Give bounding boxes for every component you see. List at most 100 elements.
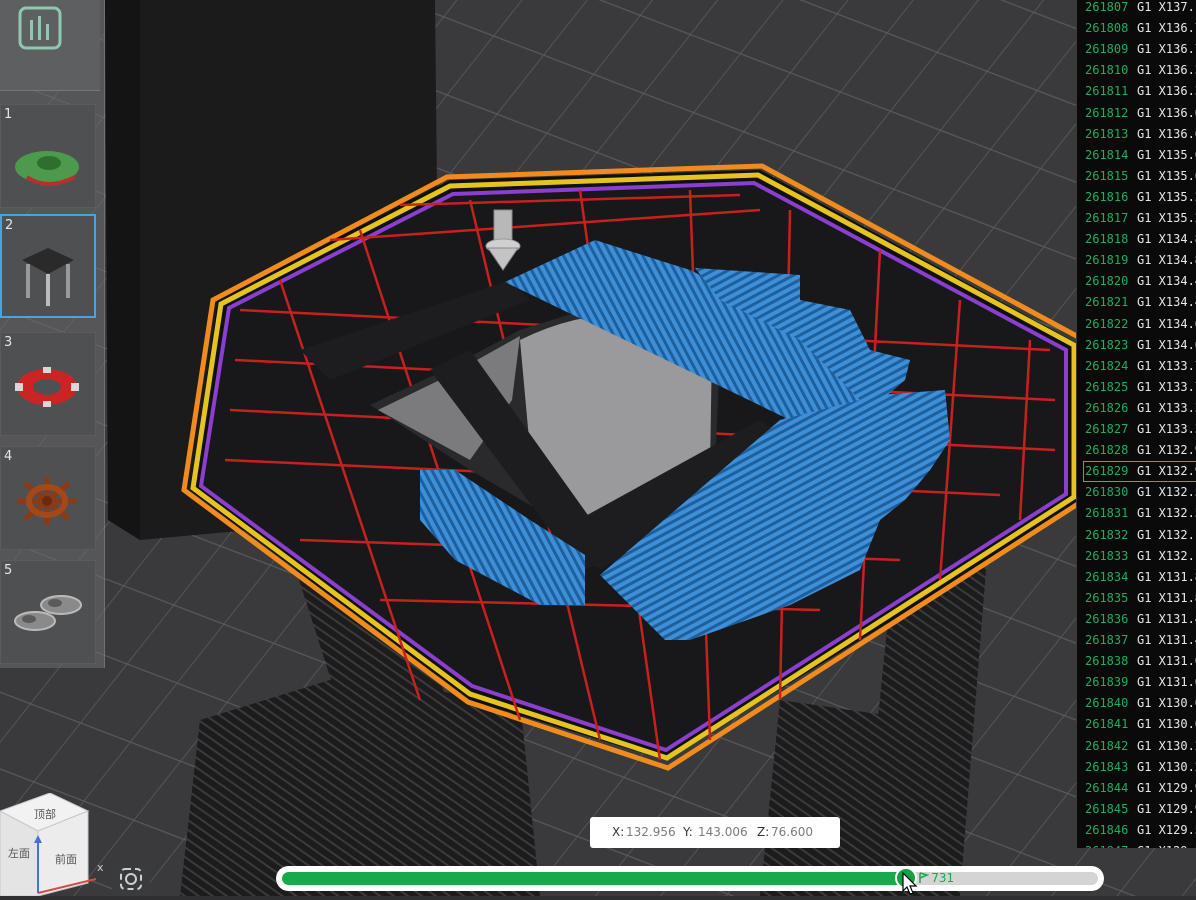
gcode-command: G1 X134.4 (1137, 274, 1196, 289)
gcode-line-number: 261827 (1085, 422, 1129, 436)
gcode-line[interactable]: 261819 G1 X134.8 (1077, 250, 1196, 271)
slider-track[interactable] (282, 872, 1098, 885)
gcode-line[interactable]: 261841 G1 X130.6 (1077, 714, 1196, 735)
gcode-command: G1 X134.8 (1137, 232, 1196, 247)
slider-fill (282, 872, 907, 885)
gcode-line[interactable]: 261820 G1 X134.4 (1077, 271, 1196, 292)
gcode-command: G1 X129.9 (1137, 801, 1196, 816)
gcode-line-number: 261810 (1085, 63, 1129, 78)
gcode-line[interactable]: 261828 G1 X132.9 (1077, 440, 1196, 461)
y-value: 143.006 (698, 825, 748, 839)
gcode-line-number: 261831 (1085, 506, 1129, 521)
gcode-line[interactable]: 261811 G1 X136.3 (1077, 81, 1196, 102)
gcode-line[interactable]: 261837 G1 X131.4 (1077, 630, 1196, 651)
gcode-command: G1 X131.0 (1137, 675, 1196, 690)
gcode-line[interactable]: 261840 G1 X130.6 (1077, 693, 1196, 714)
gcode-command: G1 X132.9 (1137, 443, 1196, 458)
gcode-line-number: 261818 (1085, 232, 1129, 247)
gcode-line-number: 261843 (1085, 759, 1129, 774)
gcode-line-number: 261829 (1085, 464, 1129, 479)
gcode-line[interactable]: 261825 G1 X133.7 (1077, 377, 1196, 398)
ship-wheel-model-icon (17, 477, 77, 525)
gcode-command: G1 X133.3 (1137, 400, 1196, 415)
reset-view-button[interactable] (112, 862, 150, 896)
gcode-line[interactable]: 261816 G1 X135.2 (1077, 187, 1196, 208)
gcode-line-number: 261842 (1085, 738, 1129, 753)
gcode-line[interactable]: 261830 G1 X132.5 (1077, 482, 1196, 503)
stats-icon[interactable] (18, 6, 62, 50)
y-label: Y: (683, 825, 693, 839)
gcode-line[interactable]: 261824 G1 X133.7 (1077, 356, 1196, 377)
gcode-line[interactable]: 261839 G1 X131.0 (1077, 672, 1196, 693)
gcode-command: G1 X132.9 (1137, 464, 1196, 479)
reset-view-icon (120, 868, 142, 890)
gcode-viewer[interactable]: 261807 G1 X137.1 261808 G1 X136.7 261809 G1 X… (1076, 0, 1196, 848)
x-axis-label: x (97, 861, 104, 874)
cube-front-label: 前面 (55, 853, 77, 866)
gcode-line[interactable]: 261821 G1 X134.4 (1077, 292, 1196, 313)
gcode-line-number: 261819 (1085, 253, 1129, 268)
gcode-command: G1 X133.7 (1137, 379, 1196, 394)
move-slider[interactable]: 731 (276, 866, 1104, 891)
gcode-line[interactable]: 261834 G1 X131.8 (1077, 567, 1196, 588)
gcode-command: G1 X135.2 (1137, 211, 1196, 225)
gcode-line-number: 261811 (1085, 84, 1129, 99)
gcode-command: G1 X132.1 (1137, 527, 1196, 542)
plate-thumbnail-1[interactable]: 1 (0, 104, 96, 208)
position-readout: X: 132.956 Y: 143.006 Z: 76.600 (590, 817, 840, 848)
gcode-line[interactable]: 261814 G1 X135.6 (1077, 145, 1196, 166)
gcode-line[interactable]: 261836 G1 X131.4 (1077, 609, 1196, 630)
gcode-command: G1 X130.2 (1137, 759, 1196, 774)
gcode-line[interactable]: 261845 G1 X129.9 (1077, 799, 1196, 820)
plate-thumbnail-3[interactable]: 3 (0, 332, 96, 436)
gcode-line-number: 261812 (1085, 105, 1129, 120)
gcode-line[interactable]: 261847 G1 X129.5 (1077, 841, 1196, 848)
gcode-line[interactable]: 261815 G1 X135.6 (1077, 166, 1196, 187)
gcode-line[interactable]: 261832 G1 X132.1 (1077, 525, 1196, 546)
gcode-line[interactable]: 261817 G1 X135.2 (1077, 208, 1196, 229)
gcode-line[interactable]: 261812 G1 X136.0 (1077, 103, 1196, 124)
gcode-line[interactable]: 261846 G1 X129.5 (1077, 820, 1196, 841)
gcode-line[interactable]: 261835 G1 X131.8 (1077, 588, 1196, 609)
gcode-line-number: 261816 (1085, 189, 1129, 204)
gcode-line[interactable]: 261808 G1 X136.7 (1077, 18, 1196, 39)
gcode-command: G1 X131.4 (1137, 633, 1196, 647)
gcode-line[interactable]: 261818 G1 X134.8 (1077, 229, 1196, 250)
gcode-line[interactable]: 261823 G1 X134.0 (1077, 335, 1196, 356)
gcode-line[interactable]: 261842 G1 X130.2 (1077, 736, 1196, 757)
gcode-line[interactable]: 261843 G1 X130.2 (1077, 757, 1196, 778)
gcode-line[interactable]: 261844 G1 X129.9 (1077, 778, 1196, 799)
gcode-command: G1 X133.3 (1137, 422, 1196, 436)
cube-left-label: 左面 (8, 847, 30, 860)
plate-thumbnail-5[interactable]: 5 (0, 560, 96, 664)
plate-thumbnail-4[interactable]: 4 (0, 446, 96, 550)
gcode-command: G1 X136.7 (1137, 21, 1196, 36)
gcode-command: G1 X136.0 (1137, 126, 1196, 141)
plate-stats[interactable] (0, 0, 100, 91)
plate-thumbnail-2[interactable]: 2 (0, 214, 96, 318)
view-cube[interactable]: 顶部 左面 前面 x (0, 792, 110, 897)
gcode-line[interactable]: 261810 G1 X136.3 (1077, 60, 1196, 81)
gcode-line[interactable]: 261813 G1 X136.0 (1077, 124, 1196, 145)
gcode-command: G1 X129.5 (1137, 841, 1196, 848)
gcode-line[interactable]: 261827 G1 X133.3 (1077, 419, 1196, 440)
gcode-line[interactable]: 261826 G1 X133.3 (1077, 398, 1196, 419)
gcode-line-number: 261813 (1085, 126, 1129, 141)
gcode-line-current[interactable]: 261829 G1 X132.9 (1083, 461, 1196, 483)
gcode-line-number: 261824 (1085, 358, 1129, 373)
gcode-command: G1 X136.3 (1137, 63, 1196, 78)
gcode-line[interactable]: 261809 G1 X136.7 (1077, 39, 1196, 60)
gcode-command: G1 X131.8 (1137, 569, 1196, 584)
viewport-3d[interactable] (0, 0, 1196, 896)
gcode-line[interactable]: 261807 G1 X137.1 (1077, 0, 1196, 18)
gcode-line[interactable]: 261838 G1 X131.0 (1077, 651, 1196, 672)
gcode-command: G1 X134.4 (1137, 295, 1196, 310)
gcode-line-number: 261839 (1085, 675, 1129, 690)
plate-panel: 1 2 3 4 5 (0, 0, 105, 668)
gcode-line[interactable]: 261822 G1 X134.0 (1077, 314, 1196, 335)
gcode-command: G1 X134.8 (1137, 253, 1196, 268)
gcode-command: G1 X130.6 (1137, 696, 1196, 711)
gcode-command: G1 X130.6 (1137, 717, 1196, 732)
gcode-line[interactable]: 261833 G1 X132.1 (1077, 546, 1196, 567)
gcode-line[interactable]: 261831 G1 X132.5 (1077, 503, 1196, 524)
